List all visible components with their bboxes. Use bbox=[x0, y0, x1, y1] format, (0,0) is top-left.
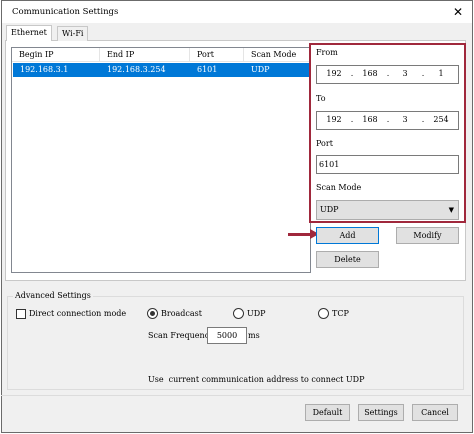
from-ip-octet-3[interactable]: 3 bbox=[392, 69, 418, 78]
to-ip-octet-4[interactable]: 254 bbox=[428, 115, 454, 124]
pointer-arrow-shaft bbox=[288, 233, 312, 236]
to-ip-octet-2[interactable]: 168 bbox=[357, 115, 383, 124]
radio-selected-dot bbox=[150, 311, 155, 316]
scan-frequency-unit: ms bbox=[248, 331, 260, 340]
advanced-settings-legend: Advanced Settings bbox=[13, 291, 93, 300]
cancel-button[interactable]: Cancel bbox=[412, 404, 458, 421]
from-label: From bbox=[316, 48, 338, 57]
cell-port: 6101 bbox=[197, 65, 218, 74]
default-button[interactable]: Default bbox=[305, 404, 350, 421]
ip-separator: . bbox=[421, 69, 425, 78]
column-header-scan-mode[interactable]: Scan Mode bbox=[244, 48, 310, 62]
ip-separator: . bbox=[350, 69, 354, 78]
scan-mode-label: Scan Mode bbox=[316, 183, 362, 192]
settings-button[interactable]: Settings bbox=[358, 404, 404, 421]
broadcast-label: Broadcast bbox=[161, 309, 202, 318]
scan-mode-value: UDP bbox=[320, 205, 339, 214]
column-header-end-ip[interactable]: End IP bbox=[100, 48, 190, 62]
tab-wifi[interactable]: Wi-Fi bbox=[57, 26, 89, 41]
window-title: Communication Settings bbox=[12, 7, 119, 17]
cell-end-ip: 192.168.3.254 bbox=[107, 65, 166, 74]
table-row[interactable]: 192.168.3.1 192.168.3.254 6101 UDP bbox=[13, 63, 310, 77]
tcp-label: TCP bbox=[332, 309, 349, 318]
ip-range-table[interactable]: Begin IP End IP Port Scan Mode 192.168.3… bbox=[11, 47, 311, 273]
udp-hint-text: Use current communication address to con… bbox=[148, 375, 365, 384]
ip-separator: . bbox=[350, 115, 354, 124]
udp-radio[interactable] bbox=[233, 308, 244, 319]
to-ip-octet-3[interactable]: 3 bbox=[392, 115, 418, 124]
ip-separator: . bbox=[386, 69, 390, 78]
tab-ethernet[interactable]: Ethernet bbox=[6, 25, 52, 41]
from-ip-octet-4[interactable]: 1 bbox=[428, 69, 454, 78]
cell-begin-ip: 192.168.3.1 bbox=[20, 65, 69, 74]
to-ip-field[interactable]: 192 . 168 . 3 . 254 bbox=[316, 111, 459, 130]
add-button[interactable]: Add bbox=[316, 227, 379, 244]
port-label: Port bbox=[316, 139, 333, 148]
modify-button[interactable]: Modify bbox=[396, 227, 459, 244]
port-field[interactable]: 6101 bbox=[316, 155, 459, 174]
column-header-begin-ip[interactable]: Begin IP bbox=[12, 48, 100, 62]
close-icon[interactable]: ✕ bbox=[450, 4, 466, 20]
ip-separator: . bbox=[421, 115, 425, 124]
to-label: To bbox=[316, 94, 326, 103]
chevron-down-icon[interactable]: ▼ bbox=[449, 201, 454, 219]
scan-mode-select[interactable]: UDP ▼ bbox=[316, 200, 459, 220]
to-ip-octet-1[interactable]: 192 bbox=[321, 115, 347, 124]
scan-frequency-input[interactable]: 5000 bbox=[207, 327, 247, 344]
direct-connection-checkbox[interactable] bbox=[16, 309, 26, 319]
direct-connection-label: Direct connection mode bbox=[29, 309, 127, 318]
divider bbox=[1, 395, 471, 396]
broadcast-radio[interactable] bbox=[147, 308, 158, 319]
delete-button[interactable]: Delete bbox=[316, 251, 379, 268]
table-header: Begin IP End IP Port Scan Mode bbox=[12, 48, 310, 62]
udp-label: UDP bbox=[247, 309, 266, 318]
title-bar: Communication Settings ✕ bbox=[2, 1, 472, 23]
from-ip-octet-2[interactable]: 168 bbox=[357, 69, 383, 78]
ip-separator: . bbox=[386, 115, 390, 124]
cell-scan-mode: UDP bbox=[251, 65, 270, 74]
from-ip-field[interactable]: 192 . 168 . 3 . 1 bbox=[316, 65, 459, 84]
from-ip-octet-1[interactable]: 192 bbox=[321, 69, 347, 78]
column-header-port[interactable]: Port bbox=[190, 48, 244, 62]
tcp-radio[interactable] bbox=[318, 308, 329, 319]
scan-frequency-label: Scan Frequency bbox=[148, 331, 214, 340]
